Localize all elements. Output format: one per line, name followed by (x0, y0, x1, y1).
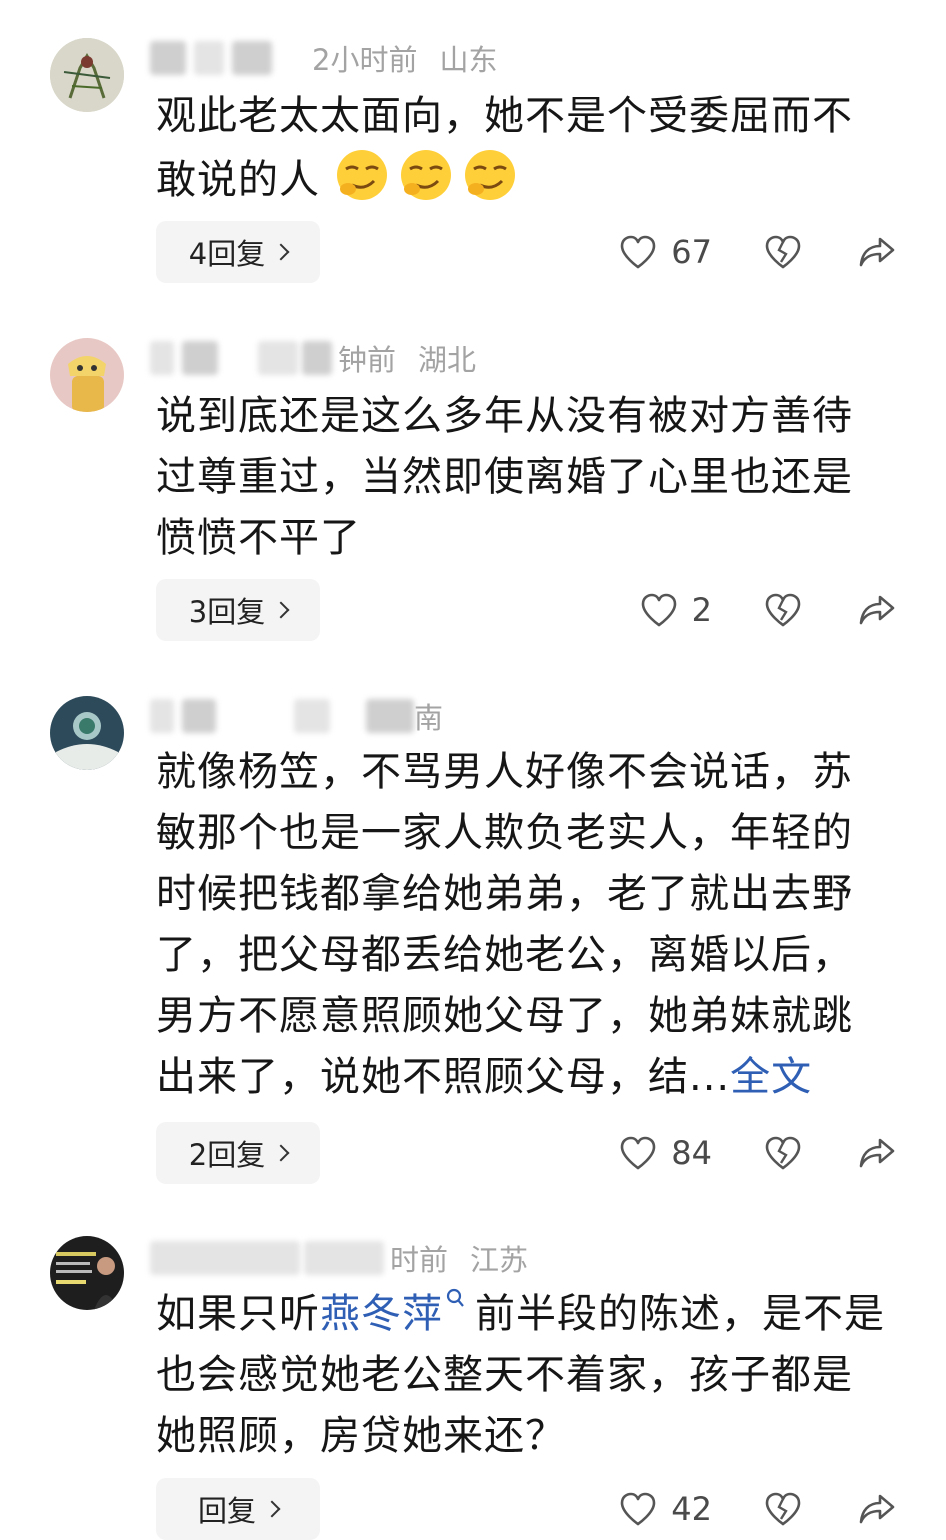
comment-actions: 67 (619, 221, 896, 283)
view-replies-button[interactable]: 3回复 (156, 579, 320, 641)
like-count: 84 (671, 1134, 712, 1172)
comment-meta: 2小时前 山东 (150, 38, 497, 78)
share-arrow-icon[interactable] (858, 1491, 896, 1527)
username-redacted (150, 699, 174, 733)
avatar[interactable] (50, 696, 124, 770)
comment-actions: 2 (640, 579, 896, 641)
comment-location: 湖北 (418, 343, 477, 377)
comment-text: 说到底还是这么多年从没有被对方善待过尊重过，当然即使离婚了心里也还是愤愤不平了 (156, 393, 853, 561)
heart-outline-icon (620, 235, 656, 269)
username-redacted (302, 341, 332, 375)
username-redacted (182, 699, 216, 733)
view-replies-button[interactable]: 4回复 (156, 221, 320, 283)
comment-time: 时前 (390, 1243, 449, 1277)
comment-text: 就像杨笠，不骂男人好像不会说话，苏敏那个也是一家人欺负老实人，年轻的时候把钱都拿… (156, 742, 886, 1108)
search-icon (446, 1288, 464, 1307)
comment-actions: 84 (619, 1122, 896, 1184)
share-arrow-icon[interactable] (858, 1135, 896, 1171)
username-redacted (366, 699, 414, 733)
chevron-right-icon (263, 1500, 281, 1518)
comment-time: 钟前 (338, 343, 397, 377)
chevron-right-icon (272, 243, 290, 261)
smirking-face-emoji-icon (336, 150, 387, 200)
reply-count-label: 回复 (197, 1494, 256, 1528)
share-arrow-icon[interactable] (858, 234, 896, 270)
like-count: 2 (691, 591, 712, 629)
username-redacted (294, 699, 330, 733)
username-redacted (304, 1241, 384, 1275)
chevron-right-icon (272, 601, 290, 619)
username-redacted (150, 41, 186, 75)
search-keyword-link[interactable]: 燕冬萍 (320, 1288, 475, 1337)
comment-time: 南 (414, 701, 444, 735)
like-button[interactable]: 2 (640, 591, 712, 629)
username-redacted (232, 41, 272, 75)
broken-heart-icon[interactable] (764, 592, 802, 628)
chevron-right-icon (272, 1144, 290, 1162)
username-redacted (150, 1241, 300, 1275)
reply-count-label: 4回复 (188, 237, 266, 271)
smirking-face-emoji-icon (464, 150, 515, 200)
comment-location: 江苏 (470, 1243, 529, 1277)
comment-meta: 南 (150, 696, 465, 736)
broken-heart-icon[interactable] (764, 1491, 802, 1527)
comment-meta: 钟前 湖北 (150, 338, 476, 378)
username-redacted (150, 341, 174, 375)
comment-time: 2小时前 (312, 43, 418, 77)
like-button[interactable]: 42 (619, 1490, 712, 1528)
username-redacted (194, 41, 224, 75)
comment-text-content: 就像杨笠，不骂男人好像不会说话，苏敏那个也是一家人欺负老实人，年轻的时候把钱都拿… (156, 749, 853, 1100)
comment-actions: 42 (619, 1478, 896, 1540)
comment-text: 如果只听燕冬萍 前半段的陈述，是不是也会感觉她老公整天不着家，孩子都是她照顾，房贷… (156, 1284, 886, 1467)
heart-outline-icon (620, 1136, 656, 1170)
comment-text: 观此老太太面向，她不是个受委屈而不敢说的人 (156, 86, 886, 211)
expand-full-text-link[interactable]: 全文 (730, 1054, 812, 1100)
broken-heart-icon[interactable] (764, 1135, 802, 1171)
share-arrow-icon[interactable] (858, 592, 896, 628)
broken-heart-icon[interactable] (764, 234, 802, 270)
avatar[interactable] (50, 338, 124, 412)
comment-location: 山东 (439, 43, 498, 77)
view-replies-button[interactable]: 回复 (156, 1478, 320, 1540)
like-button[interactable]: 67 (619, 233, 712, 271)
username-redacted (182, 341, 218, 375)
comment-text-before: 如果只听 (156, 1291, 320, 1337)
search-keyword-text: 燕冬萍 (320, 1291, 443, 1337)
username-redacted (258, 341, 298, 375)
avatar[interactable] (50, 1236, 124, 1310)
smirking-face-emoji-icon (400, 150, 451, 200)
avatar[interactable] (50, 38, 124, 112)
comment-meta: 时前 江苏 (150, 1238, 528, 1278)
like-count: 67 (671, 233, 712, 271)
heart-outline-icon (620, 1492, 656, 1526)
reply-count-label: 3回复 (188, 595, 266, 629)
reply-count-label: 2回复 (188, 1138, 266, 1172)
like-button[interactable]: 84 (619, 1134, 712, 1172)
like-count: 42 (671, 1490, 712, 1528)
heart-outline-icon (641, 593, 676, 627)
view-replies-button[interactable]: 2回复 (156, 1122, 320, 1184)
